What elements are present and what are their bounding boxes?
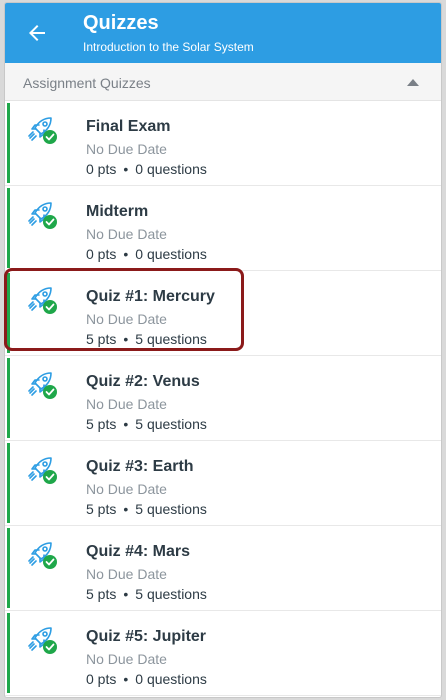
quiz-points: 5 pts (86, 331, 117, 347)
quiz-title: Quiz #5: Jupiter (86, 628, 207, 645)
quiz-rocket-published-icon (25, 624, 59, 656)
quiz-list-item[interactable]: Final Exam No Due Date 0 pts • 0 questions (5, 101, 441, 186)
meta-separator: • (123, 586, 129, 602)
quiz-rocket-published-icon (25, 454, 59, 486)
app-frame: Quizzes Introduction to the Solar System… (4, 2, 442, 698)
quiz-due-date: No Due Date (86, 651, 167, 667)
quiz-list-item[interactable]: Quiz #2: Venus No Due Date 5 pts • 5 quest… (5, 356, 441, 441)
section-header-assignment-quizzes[interactable]: Assignment Quizzes (5, 63, 441, 101)
quiz-due-date: No Due Date (86, 396, 167, 412)
quiz-rocket-published-icon (25, 114, 59, 146)
app-bar: Quizzes Introduction to the Solar System (5, 3, 441, 63)
quiz-question-count: 5 questions (135, 331, 207, 347)
quiz-list-item[interactable]: Quiz #5: Jupiter No Due Date 0 pts • 0 que… (5, 611, 441, 696)
quiz-points: 0 pts (86, 671, 117, 687)
published-indicator-bar (7, 443, 10, 523)
quiz-due-date: No Due Date (86, 566, 167, 582)
quiz-question-count: 5 questions (135, 586, 207, 602)
quiz-question-count: 0 questions (135, 161, 207, 177)
meta-separator: • (123, 501, 129, 517)
quiz-list-item[interactable]: Quiz #1: Mercury No Due Date 5 pts • 5 que… (5, 271, 441, 356)
quiz-due-date: No Due Date (86, 141, 167, 157)
quiz-question-count: 0 questions (135, 671, 207, 687)
published-indicator-bar (7, 273, 10, 353)
quiz-meta: 0 pts • 0 questions (86, 161, 207, 177)
quiz-question-count: 5 questions (135, 501, 207, 517)
quiz-list-item[interactable]: Midterm No Due Date 0 pts • 0 questions (5, 186, 441, 271)
quiz-rocket-published-icon (25, 369, 59, 401)
quiz-question-count: 5 questions (135, 416, 207, 432)
quiz-title: Quiz #4: Mars (86, 543, 191, 560)
published-indicator-bar (7, 613, 10, 693)
quiz-due-date: No Due Date (86, 311, 167, 327)
published-indicator-bar (7, 188, 10, 268)
meta-separator: • (123, 671, 129, 687)
collapse-caret-icon[interactable] (405, 76, 421, 88)
quiz-meta: 5 pts • 5 questions (86, 416, 207, 432)
meta-separator: • (123, 416, 129, 432)
quiz-list-item[interactable]: Quiz #4: Mars No Due Date 5 pts • 5 questi… (5, 526, 441, 611)
quiz-title: Final Exam (86, 118, 171, 135)
back-arrow-icon[interactable] (25, 21, 49, 45)
meta-separator: • (123, 161, 129, 177)
section-label: Assignment Quizzes (23, 75, 151, 91)
quiz-rocket-published-icon (25, 199, 59, 231)
quiz-question-count: 0 questions (135, 246, 207, 262)
meta-separator: • (123, 331, 129, 347)
quiz-meta: 5 pts • 5 questions (86, 586, 207, 602)
published-indicator-bar (7, 358, 10, 438)
quiz-meta: 0 pts • 0 questions (86, 671, 207, 687)
quiz-points: 5 pts (86, 501, 117, 517)
quiz-rocket-published-icon (25, 539, 59, 571)
quiz-points: 0 pts (86, 246, 117, 262)
quiz-list-item[interactable]: Quiz #3: Earth No Due Date 5 pts • 5 quest… (5, 441, 441, 526)
quiz-title: Quiz #3: Earth (86, 458, 194, 475)
quiz-meta: 5 pts • 5 questions (86, 501, 207, 517)
quiz-points: 5 pts (86, 586, 117, 602)
quiz-meta: 0 pts • 0 questions (86, 246, 207, 262)
quiz-list: Final Exam No Due Date 0 pts • 0 questions… (5, 101, 441, 696)
published-indicator-bar (7, 528, 10, 608)
meta-separator: • (123, 246, 129, 262)
quiz-title: Quiz #2: Venus (86, 373, 200, 390)
quiz-title: Midterm (86, 203, 149, 220)
course-subtitle: Introduction to the Solar System (83, 40, 254, 54)
quiz-points: 5 pts (86, 416, 117, 432)
quiz-points: 0 pts (86, 161, 117, 177)
quiz-due-date: No Due Date (86, 481, 167, 497)
published-indicator-bar (7, 103, 10, 183)
page-title: Quizzes (83, 12, 159, 34)
quiz-title: Quiz #1: Mercury (86, 288, 215, 305)
quiz-meta: 5 pts • 5 questions (86, 331, 207, 347)
quiz-due-date: No Due Date (86, 226, 167, 242)
quiz-rocket-published-icon (25, 284, 59, 316)
